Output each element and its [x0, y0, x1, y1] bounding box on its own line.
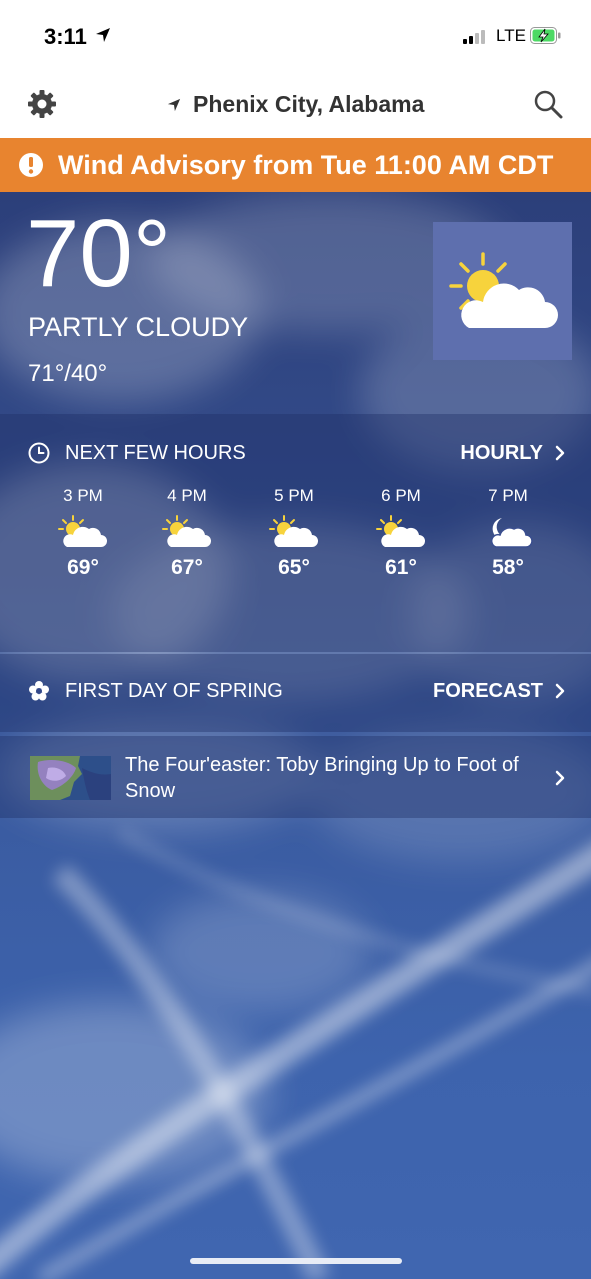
home-indicator[interactable] — [190, 1258, 402, 1264]
hour-temperature: 65° — [278, 556, 310, 579]
hour-temperature: 58° — [492, 556, 524, 579]
high-low-temperature: 71°/40° — [28, 360, 108, 387]
hour-time: 6 PM — [381, 486, 421, 505]
hour-temperature: 69° — [67, 556, 99, 579]
weather-background: 70° PARTLY CLOUDY 71°/40° NEXT FEW HOURS — [0, 192, 591, 1279]
network-type: LTE — [496, 26, 526, 45]
battery-charging-icon — [530, 27, 561, 44]
spring-section-title: FIRST DAY OF SPRING — [65, 680, 283, 702]
chevron-right-icon — [555, 770, 565, 786]
hourly-section-title: NEXT FEW HOURS — [65, 442, 246, 464]
hourly-link[interactable]: HOURLY — [460, 442, 565, 465]
hour-time: 5 PM — [274, 486, 314, 505]
hour-item: 3 PM 69° — [43, 486, 123, 580]
hourly-forecast-panel: NEXT FEW HOURS HOURLY 3 PM 69° 4 PM 67° — [0, 414, 591, 652]
hour-item: 6 PM 61° — [361, 486, 441, 580]
hour-item: 5 PM 65° — [254, 486, 334, 580]
hourly-link-label: HOURLY — [460, 442, 543, 464]
location-arrow-icon — [167, 98, 180, 111]
current-condition-icon-box — [433, 222, 572, 360]
news-article-row[interactable]: The Four'easter: Toby Bringing Up to Foo… — [0, 736, 591, 818]
spring-header: FIRST DAY OF SPRING — [28, 678, 428, 708]
status-bar: 3:11 LTE — [0, 0, 591, 72]
hour-time: 4 PM — [167, 486, 207, 505]
current-condition: PARTLY CLOUDY — [28, 312, 249, 342]
partly-cloudy-icon — [269, 515, 318, 547]
chevron-right-icon — [555, 683, 565, 699]
wind-advisory-banner[interactable]: Wind Advisory from Tue 11:00 AM CDT — [0, 138, 591, 192]
spring-forecast-row[interactable]: FIRST DAY OF SPRING FORECAST — [0, 654, 591, 732]
partly-cloudy-icon — [449, 252, 558, 328]
news-headline: The Four'easter: Toby Bringing Up to Foo… — [125, 754, 519, 802]
hour-temperature: 67° — [171, 556, 203, 579]
status-time: 3:11 — [44, 24, 87, 49]
hour-time: 7 PM — [488, 486, 528, 505]
flower-icon — [29, 681, 49, 701]
forecast-link-label: FORECAST — [433, 680, 543, 702]
clock-icon — [28, 442, 50, 464]
forecast-link[interactable]: FORECAST — [433, 680, 565, 703]
location-selector[interactable]: Phenix City, Alabama — [0, 91, 591, 118]
alert-text: Wind Advisory from Tue 11:00 AM CDT — [58, 150, 554, 180]
search-icon[interactable] — [533, 89, 563, 119]
partly-cloudy-icon — [162, 515, 211, 547]
hour-item: 7 PM 58° — [468, 486, 548, 580]
hour-item: 4 PM 67° — [147, 486, 227, 580]
current-temperature: 70° — [26, 200, 172, 307]
chevron-right-icon — [555, 445, 565, 461]
partly-cloudy-icon — [376, 515, 425, 547]
location-arrow-icon — [96, 28, 110, 42]
alert-icon — [19, 153, 43, 177]
partly-cloudy-night-icon — [490, 518, 533, 548]
partly-cloudy-icon — [58, 515, 107, 547]
weather-map-thumbnail — [30, 756, 111, 800]
hour-temperature: 61° — [385, 556, 417, 579]
header-bar: Phenix City, Alabama — [0, 72, 591, 138]
signal-icon — [463, 30, 491, 44]
location-name: Phenix City, Alabama — [193, 91, 425, 117]
hour-time: 3 PM — [63, 486, 103, 505]
